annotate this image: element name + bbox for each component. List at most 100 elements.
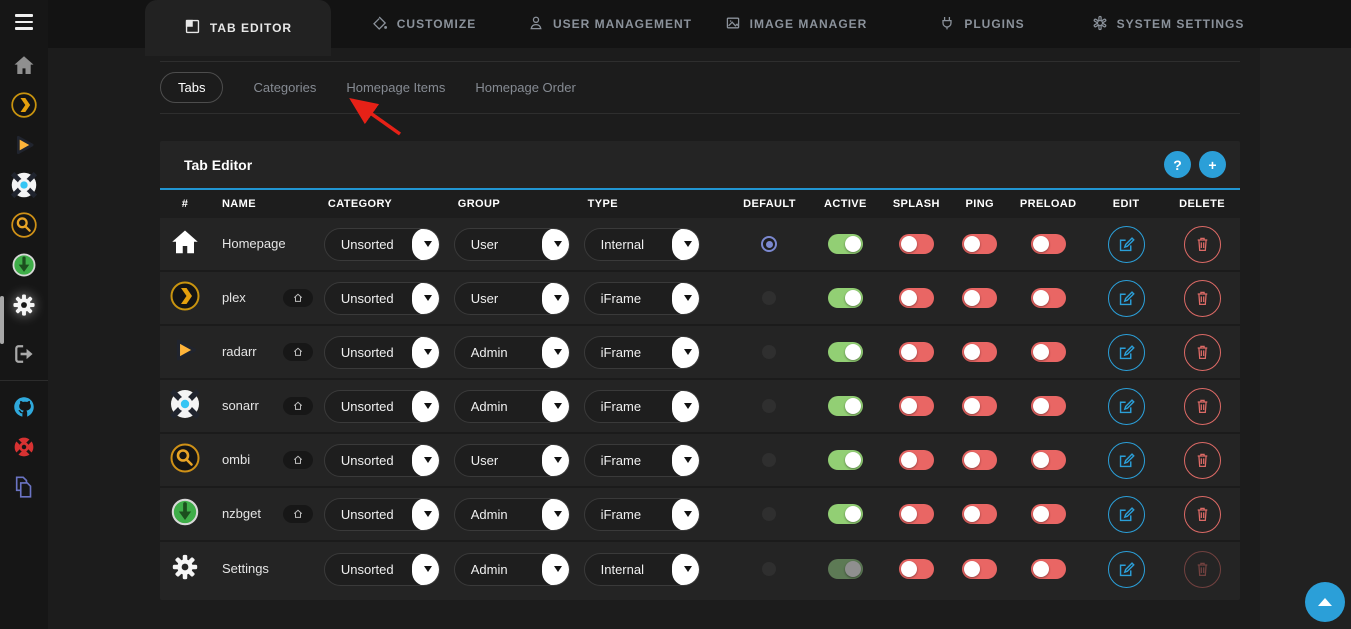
tab-customize[interactable]: CUSTOMIZE bbox=[331, 0, 517, 48]
type-select[interactable]: iFrame bbox=[584, 282, 700, 315]
sidebar-item-ombi[interactable] bbox=[0, 207, 48, 247]
sidebar-item-home[interactable] bbox=[0, 47, 48, 87]
help-button[interactable]: ? bbox=[1164, 151, 1191, 178]
tab-plugins[interactable]: PLUGINS bbox=[889, 0, 1075, 48]
default-radio[interactable] bbox=[762, 345, 776, 359]
category-select[interactable]: Unsorted bbox=[324, 498, 440, 531]
active-toggle[interactable] bbox=[828, 342, 863, 362]
splash-toggle[interactable] bbox=[899, 504, 934, 524]
sidebar-item-support[interactable] bbox=[0, 429, 48, 469]
sidebar-scrollbar[interactable] bbox=[0, 296, 4, 344]
sidebar-item-sonarr[interactable] bbox=[0, 167, 48, 207]
group-select[interactable]: User bbox=[454, 282, 570, 315]
preload-toggle[interactable] bbox=[1031, 396, 1066, 416]
preload-toggle[interactable] bbox=[1031, 288, 1066, 308]
splash-toggle[interactable] bbox=[899, 234, 934, 254]
group-select[interactable]: User bbox=[454, 444, 570, 477]
subnav-homepage-order[interactable]: Homepage Order bbox=[475, 73, 575, 102]
preload-toggle[interactable] bbox=[1031, 342, 1066, 362]
default-radio[interactable] bbox=[762, 453, 776, 467]
delete-button[interactable] bbox=[1184, 334, 1221, 371]
splash-toggle[interactable] bbox=[899, 396, 934, 416]
tab-system-settings[interactable]: SYSTEM SETTINGS bbox=[1075, 0, 1261, 48]
ping-toggle[interactable] bbox=[962, 342, 997, 362]
ping-toggle[interactable] bbox=[962, 450, 997, 470]
ping-toggle[interactable] bbox=[962, 559, 997, 579]
edit-button[interactable] bbox=[1108, 551, 1145, 588]
homepage-item-button[interactable] bbox=[283, 343, 313, 361]
active-toggle[interactable] bbox=[828, 450, 863, 470]
delete-button[interactable] bbox=[1184, 226, 1221, 263]
delete-button[interactable] bbox=[1184, 551, 1221, 588]
homepage-item-button[interactable] bbox=[283, 451, 313, 469]
tab-user-management[interactable]: USER MANAGEMENT bbox=[517, 0, 703, 48]
delete-button[interactable] bbox=[1184, 388, 1221, 425]
category-select[interactable]: Unsorted bbox=[324, 444, 440, 477]
sidebar-item-settings[interactable] bbox=[0, 287, 48, 327]
add-tab-button[interactable]: + bbox=[1199, 151, 1226, 178]
active-toggle[interactable] bbox=[828, 396, 863, 416]
delete-button[interactable] bbox=[1184, 496, 1221, 533]
preload-toggle[interactable] bbox=[1031, 559, 1066, 579]
default-radio[interactable] bbox=[761, 236, 777, 252]
type-select[interactable]: iFrame bbox=[584, 390, 700, 423]
splash-toggle[interactable] bbox=[899, 450, 934, 470]
ping-toggle[interactable] bbox=[962, 396, 997, 416]
menu-icon[interactable] bbox=[0, 0, 48, 44]
category-select[interactable]: Unsorted bbox=[324, 282, 440, 315]
category-select[interactable]: Unsorted bbox=[324, 228, 440, 261]
subnav-homepage-items[interactable]: Homepage Items bbox=[346, 73, 445, 102]
category-select[interactable]: Unsorted bbox=[324, 336, 440, 369]
splash-toggle[interactable] bbox=[899, 342, 934, 362]
type-select[interactable]: Internal bbox=[584, 553, 700, 586]
active-toggle[interactable] bbox=[828, 234, 863, 254]
default-radio[interactable] bbox=[762, 399, 776, 413]
type-select[interactable]: Internal bbox=[584, 228, 700, 261]
group-select[interactable]: Admin bbox=[454, 390, 570, 423]
sidebar-item-radarr[interactable] bbox=[0, 127, 48, 167]
splash-toggle[interactable] bbox=[899, 559, 934, 579]
category-select[interactable]: Unsorted bbox=[324, 390, 440, 423]
edit-button[interactable] bbox=[1108, 388, 1145, 425]
default-radio[interactable] bbox=[762, 562, 776, 576]
type-select[interactable]: iFrame bbox=[584, 336, 700, 369]
edit-button[interactable] bbox=[1108, 496, 1145, 533]
active-toggle[interactable] bbox=[828, 504, 863, 524]
preload-toggle[interactable] bbox=[1031, 450, 1066, 470]
category-select[interactable]: Unsorted bbox=[324, 553, 440, 586]
ping-toggle[interactable] bbox=[962, 234, 997, 254]
sidebar-item-pages[interactable] bbox=[0, 469, 48, 509]
sidebar-item-github[interactable] bbox=[0, 389, 48, 429]
preload-toggle[interactable] bbox=[1031, 504, 1066, 524]
scroll-to-top-button[interactable] bbox=[1305, 582, 1345, 622]
ping-toggle[interactable] bbox=[962, 504, 997, 524]
delete-button[interactable] bbox=[1184, 442, 1221, 479]
homepage-item-button[interactable] bbox=[283, 289, 313, 307]
default-radio[interactable] bbox=[762, 507, 776, 521]
group-select[interactable]: User bbox=[454, 228, 570, 261]
subnav-tabs[interactable]: Tabs bbox=[160, 72, 223, 103]
group-select[interactable]: Admin bbox=[454, 498, 570, 531]
sidebar-item-nzbget[interactable] bbox=[0, 247, 48, 287]
active-toggle[interactable] bbox=[828, 288, 863, 308]
edit-button[interactable] bbox=[1108, 334, 1145, 371]
ping-toggle[interactable] bbox=[962, 288, 997, 308]
edit-button[interactable] bbox=[1108, 280, 1145, 317]
type-select[interactable]: iFrame bbox=[584, 444, 700, 477]
active-toggle[interactable] bbox=[828, 559, 863, 579]
tab-tab-editor[interactable]: TAB EDITOR bbox=[145, 0, 331, 56]
homepage-item-button[interactable] bbox=[283, 505, 313, 523]
type-select[interactable]: iFrame bbox=[584, 498, 700, 531]
group-select[interactable]: Admin bbox=[454, 553, 570, 586]
sidebar-item-logout[interactable] bbox=[0, 336, 48, 376]
sidebar-item-plex[interactable] bbox=[0, 87, 48, 127]
delete-button[interactable] bbox=[1184, 280, 1221, 317]
edit-button[interactable] bbox=[1108, 442, 1145, 479]
preload-toggle[interactable] bbox=[1031, 234, 1066, 254]
tab-image-manager[interactable]: IMAGE MANAGER bbox=[703, 0, 889, 48]
default-radio[interactable] bbox=[762, 291, 776, 305]
splash-toggle[interactable] bbox=[899, 288, 934, 308]
homepage-item-button[interactable] bbox=[283, 397, 313, 415]
edit-button[interactable] bbox=[1108, 226, 1145, 263]
group-select[interactable]: Admin bbox=[454, 336, 570, 369]
